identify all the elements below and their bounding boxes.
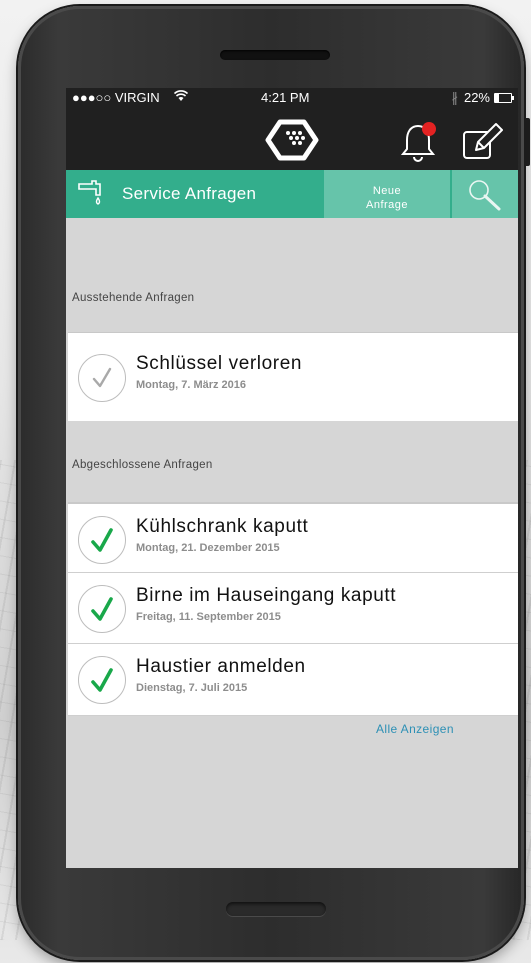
carrier-signal: ●●●○○ VIRGIN bbox=[72, 90, 160, 105]
done-status-circle bbox=[78, 516, 126, 564]
check-icon bbox=[92, 367, 112, 388]
new-request-label-line2: Anfrage bbox=[365, 199, 409, 211]
wifi-icon bbox=[173, 90, 189, 105]
new-request-button[interactable]: Neue Anfrage bbox=[324, 170, 450, 218]
done-status-circle bbox=[78, 585, 126, 633]
compose-icon[interactable] bbox=[460, 122, 504, 162]
completed-request-item[interactable]: Kühlschrank kaputt Montag, 21. Dezember … bbox=[68, 502, 518, 574]
phone-frame: ●●●○○ VIRGIN 4:21 PM ∦ 22% Service Anfra… bbox=[18, 6, 530, 960]
home-button[interactable] bbox=[226, 902, 326, 916]
check-icon bbox=[91, 668, 113, 692]
request-date: Montag, 7. März 2016 bbox=[136, 379, 247, 391]
completed-section-label: Abgeschlossene Anfragen bbox=[72, 459, 213, 471]
app-header bbox=[66, 108, 518, 170]
request-date: Dienstag, 7. Juli 2015 bbox=[136, 682, 248, 694]
completed-request-item[interactable]: Birne im Hauseingang kaputt Freitag, 11.… bbox=[68, 572, 518, 643]
show-all-link[interactable]: Alle Anzeigen bbox=[376, 722, 454, 736]
completed-request-item[interactable]: Haustier anmelden Dienstag, 7. Juli 2015 bbox=[68, 643, 518, 716]
battery-status: ∦ 22% bbox=[451, 90, 490, 106]
app-screen: ●●●○○ VIRGIN 4:21 PM ∦ 22% Service Anfra… bbox=[66, 88, 518, 868]
pending-status-circle bbox=[78, 354, 126, 402]
battery-icon bbox=[494, 93, 514, 103]
search-icon bbox=[469, 180, 501, 211]
bluetooth-icon: ∦ bbox=[451, 90, 458, 105]
service-requests-tab[interactable]: Service Anfragen bbox=[66, 170, 324, 218]
request-date: Montag, 21. Dezember 2015 bbox=[136, 542, 280, 554]
request-title: Haustier anmelden bbox=[136, 656, 306, 677]
request-date: Freitag, 11. September 2015 bbox=[136, 611, 281, 623]
clock: 4:21 PM bbox=[261, 90, 310, 105]
battery-percent: 22% bbox=[463, 90, 490, 105]
check-icon bbox=[91, 528, 113, 552]
side-button bbox=[524, 118, 530, 166]
pending-request-item[interactable]: Schlüssel verloren Montag, 7. März 2016 bbox=[68, 332, 518, 421]
pending-section-label: Ausstehende Anfragen bbox=[72, 292, 195, 304]
faucet-icon bbox=[78, 180, 101, 205]
hexagon-logo-icon[interactable] bbox=[264, 116, 320, 164]
done-status-circle bbox=[78, 656, 126, 704]
request-title: Schlüssel verloren bbox=[136, 353, 303, 374]
nav-title: Service Anfragen bbox=[122, 184, 257, 203]
request-title: Birne im Hauseingang kaputt bbox=[136, 585, 397, 606]
search-button[interactable] bbox=[452, 170, 518, 218]
status-bar: ●●●○○ VIRGIN 4:21 PM ∦ 22% bbox=[66, 88, 518, 108]
battery-level bbox=[495, 94, 499, 102]
notification-badge bbox=[422, 122, 436, 136]
request-title: Kühlschrank kaputt bbox=[136, 516, 309, 537]
check-icon bbox=[91, 597, 113, 621]
speaker-grille bbox=[220, 50, 330, 60]
new-request-label-line1: Neue bbox=[372, 185, 402, 197]
service-navbar: Service Anfragen Neue Anfrage bbox=[66, 170, 518, 218]
